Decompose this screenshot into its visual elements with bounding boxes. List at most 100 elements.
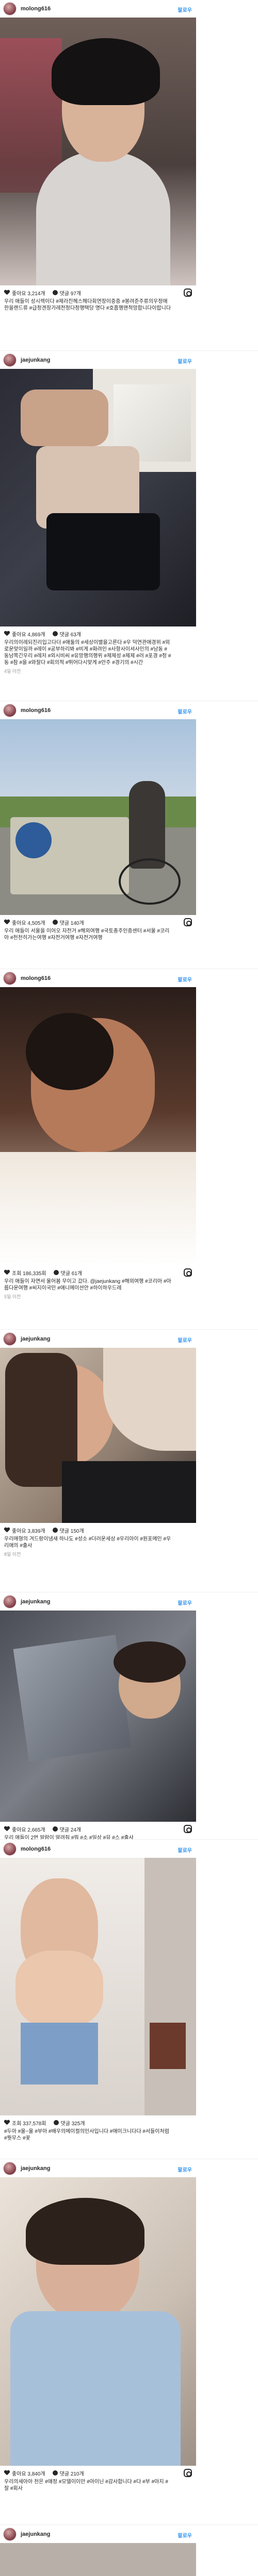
post-photo[interactable] (0, 2543, 196, 2576)
post-header: molong616 팔로우 (0, 970, 196, 987)
instagram-icon[interactable] (184, 1268, 192, 1277)
likes-count: 조회 337,578회 (12, 2121, 46, 2127)
username[interactable]: molong616 (21, 975, 51, 981)
avatar[interactable] (3, 2162, 17, 2175)
follow-button[interactable]: 팔로우 (178, 2165, 192, 2173)
post-stats: 좋아요 2,665개 댓글 24개 (0, 1822, 196, 1833)
comment-icon[interactable] (52, 290, 58, 295)
heart-icon[interactable] (4, 1270, 10, 1275)
avatar[interactable] (3, 704, 17, 717)
post-stats: 좋아요 4,505개 댓글 140개 (0, 915, 196, 926)
likes-count: 좋아요 3,840개 (12, 2471, 45, 2477)
post-header: jaejunkang 팔로우 (0, 1330, 196, 1348)
username[interactable]: molong616 (21, 6, 51, 12)
post-time: 4일 이전 (4, 669, 21, 674)
post-caption: 우리매형의 겨드랑이냄새 하나도 #성소 #더러운세상 #우리아이 #원포메인 … (4, 1536, 171, 1549)
post-photo[interactable] (0, 1348, 196, 1523)
post-photo[interactable] (0, 2177, 196, 2466)
divider (0, 350, 258, 351)
follow-button[interactable]: 팔로우 (178, 707, 192, 715)
comment-icon[interactable] (52, 2470, 58, 2476)
post: jaejunkang 팔로우 (0, 2526, 258, 2576)
avatar[interactable] (3, 1332, 17, 1346)
post-photo[interactable] (0, 719, 196, 915)
post-photo[interactable] (0, 1611, 196, 1822)
follow-button[interactable]: 팔로우 (178, 1336, 192, 1344)
likes-count: 조회 186,335회 (12, 1270, 46, 1277)
post-photo[interactable] (0, 18, 196, 285)
post-photo[interactable] (0, 369, 196, 626)
comments-count: 댓글 210개 (59, 2471, 84, 2477)
username[interactable]: jaejunkang (21, 357, 50, 363)
comment-icon[interactable] (52, 631, 58, 636)
heart-icon[interactable] (4, 631, 10, 636)
follow-button[interactable]: 팔로우 (178, 6, 192, 13)
heart-icon[interactable] (4, 290, 10, 295)
avatar[interactable] (3, 2528, 17, 2541)
username[interactable]: jaejunkang (21, 2531, 50, 2537)
post-stats: 좋아요 3,840개 댓글 210개 (0, 2466, 196, 2477)
comments-count: 댓글 325개 (60, 2121, 85, 2127)
follow-button[interactable]: 팔로우 (178, 1599, 192, 1606)
avatar[interactable] (3, 2, 17, 15)
likes-count: 좋아요 3,214개 (12, 291, 45, 297)
username[interactable]: jaejunkang (21, 1599, 50, 1605)
username[interactable]: molong616 (21, 707, 51, 714)
instagram-feed: molong616 팔로우 좋아요 3,214개 댓글 97개 우리 애들이 성… (0, 0, 258, 2576)
comments-count: 댓글 63개 (59, 632, 82, 638)
post-caption: #두아 #울~울 #부아 #배우의메이컬의인사입니다 #애이크니다다 #서들이처… (4, 2129, 169, 2141)
comment-icon[interactable] (52, 1826, 58, 1832)
post-header: molong616 팔로우 (0, 1840, 196, 1858)
heart-icon[interactable] (4, 2120, 10, 2125)
post-caption: 우리 애들이 자면서 울어봄 무이고 갔다. @jaejunkang #해외여행… (4, 1279, 171, 1291)
instagram-icon[interactable] (184, 918, 192, 926)
post-stats: 좋아요 3,839개 댓글 150개 (0, 1523, 196, 1534)
comment-icon[interactable] (52, 1528, 58, 1533)
post: jaejunkang 팔로우 좋아요 4,869개 댓글 63개 우리의이레되진… (0, 351, 258, 674)
post-header: jaejunkang 팔로우 (0, 2160, 196, 2177)
heart-icon[interactable] (4, 920, 10, 925)
post-caption: 우리 애들이 서울을 이어오 자전거 #해외여행 #국토종주인증센터 #서울 #… (4, 928, 170, 941)
likes-count: 좋아요 2,665개 (12, 1827, 45, 1833)
comments-count: 댓글 150개 (59, 1528, 84, 1534)
post-header: molong616 팔로우 (0, 702, 196, 719)
post-time: 8일 이전 (4, 1552, 21, 1557)
avatar[interactable] (3, 353, 17, 367)
heart-icon[interactable] (4, 1528, 10, 1533)
heart-icon[interactable] (4, 2470, 10, 2476)
post-time: 5일 이전 (4, 1294, 21, 1299)
post-header: jaejunkang 팔로우 (0, 351, 196, 369)
comment-icon[interactable] (52, 920, 58, 925)
post: molong616 팔로우 좋아요 4,505개 댓글 140개 우리 애들이 … (0, 702, 258, 941)
follow-button[interactable]: 팔로우 (178, 975, 192, 983)
follow-button[interactable]: 팔로우 (178, 2531, 192, 2539)
post-header: jaejunkang 팔로우 (0, 2526, 196, 2543)
instagram-icon[interactable] (184, 2469, 192, 2477)
avatar[interactable] (3, 1842, 17, 1856)
post-caption: 우리 애들이 성시렉이다 #제라진헤스헤다회연장이중증 #봉려준주류의우정애한을… (4, 299, 171, 311)
post-stats: 좋아요 3,214개 댓글 97개 (0, 285, 196, 297)
likes-count: 좋아요 3,839개 (12, 1528, 45, 1534)
post: molong616 팔로우 조회 186,335회 댓글 61개 우리 애들이 … (0, 970, 258, 1300)
avatar[interactable] (3, 972, 17, 985)
username[interactable]: molong616 (21, 1846, 51, 1852)
post-photo[interactable] (0, 1858, 196, 2115)
divider (0, 2524, 258, 2525)
instagram-icon[interactable] (184, 1825, 192, 1833)
likes-count: 좋아요 4,505개 (12, 920, 45, 926)
follow-button[interactable]: 팔로우 (178, 357, 192, 365)
post-stats: 조회 337,578회 댓글 325개 (0, 2115, 196, 2127)
comment-icon[interactable] (53, 1270, 59, 1275)
follow-button[interactable]: 팔로우 (178, 1846, 192, 1854)
heart-icon[interactable] (4, 1826, 10, 1832)
comments-count: 댓글 97개 (59, 291, 82, 297)
post-photo[interactable] (0, 987, 196, 1265)
username[interactable]: jaejunkang (21, 2165, 50, 2172)
post: jaejunkang 팔로우 좋아요 2,665개 댓글 24개 우리 애들이 … (0, 1593, 258, 1841)
comment-icon[interactable] (53, 2120, 59, 2125)
avatar[interactable] (3, 1595, 17, 1608)
divider (0, 1329, 258, 1330)
post: molong616 팔로우 조회 337,578회 댓글 325개 #두아 #울… (0, 1840, 258, 2142)
username[interactable]: jaejunkang (21, 1336, 50, 1342)
instagram-icon[interactable] (184, 289, 192, 297)
